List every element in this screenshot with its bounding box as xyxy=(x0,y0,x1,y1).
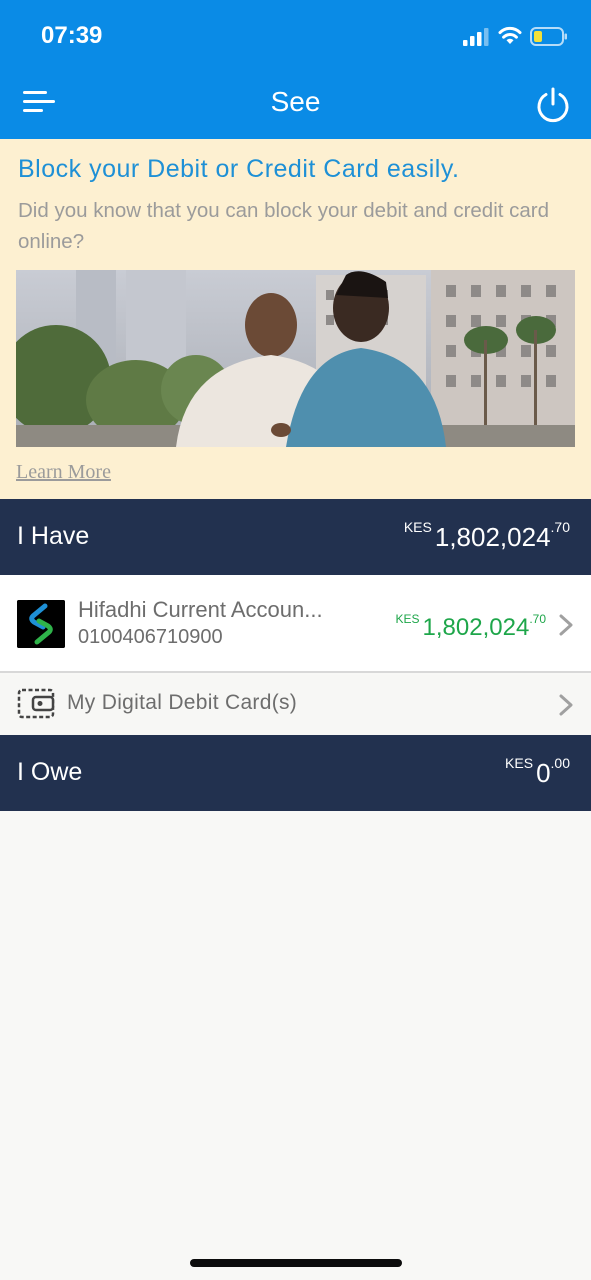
power-logout-icon[interactable] xyxy=(534,86,572,124)
learn-more-link[interactable]: Learn More xyxy=(16,461,111,484)
promo-text: Did you know that you can block your deb… xyxy=(18,199,550,253)
currency-code: KES xyxy=(505,755,534,771)
wallet-icon xyxy=(17,688,55,719)
i-owe-label: I Owe xyxy=(17,758,83,786)
promo-banner: Block your Debit or Credit Card easily. … xyxy=(0,139,591,499)
amount-value: 0 xyxy=(536,758,551,788)
cellular-signal-icon xyxy=(463,28,489,46)
battery-icon xyxy=(530,27,567,46)
wifi-icon xyxy=(498,26,522,44)
amount-cents: .70 xyxy=(529,612,546,626)
amount-value: 1,802,024 xyxy=(422,614,530,641)
i-owe-header: I Owe KES 0.00 xyxy=(0,735,591,811)
top-bar: 07:39 See xyxy=(0,0,591,139)
digital-debit-card-row[interactable]: My Digital Debit Card(s) xyxy=(0,675,591,735)
digital-debit-card-label: My Digital Debit Card(s) xyxy=(67,691,298,714)
i-have-label: I Have xyxy=(17,522,90,550)
currency-code: KES xyxy=(403,519,432,535)
bank-logo-icon xyxy=(17,600,65,648)
amount-value: 1,802,024 xyxy=(434,522,551,552)
account-balance: KES 1,802,024.70 xyxy=(396,612,546,642)
status-time: 07:39 xyxy=(41,22,103,49)
home-indicator[interactable] xyxy=(190,1259,402,1267)
i-owe-total: KES 0.00 xyxy=(505,755,570,789)
account-number: 0100406710900 xyxy=(78,626,223,648)
chevron-right-icon xyxy=(559,694,573,716)
amount-cents: .70 xyxy=(550,519,570,535)
chevron-right-icon xyxy=(559,614,573,636)
promo-photo-image xyxy=(16,270,575,447)
account-row[interactable]: Hifadhi Current Accoun... 0100406710900 … xyxy=(0,575,591,673)
i-have-total: KES 1,802,024.70 xyxy=(404,519,570,553)
amount-cents: .00 xyxy=(550,755,570,771)
currency-code: KES xyxy=(395,612,420,626)
promo-title: Block your Debit or Credit Card easily. xyxy=(18,155,460,183)
page-title: See xyxy=(270,86,321,117)
account-name: Hifadhi Current Accoun... xyxy=(78,597,323,622)
i-have-header: I Have KES 1,802,024.70 xyxy=(0,499,591,575)
